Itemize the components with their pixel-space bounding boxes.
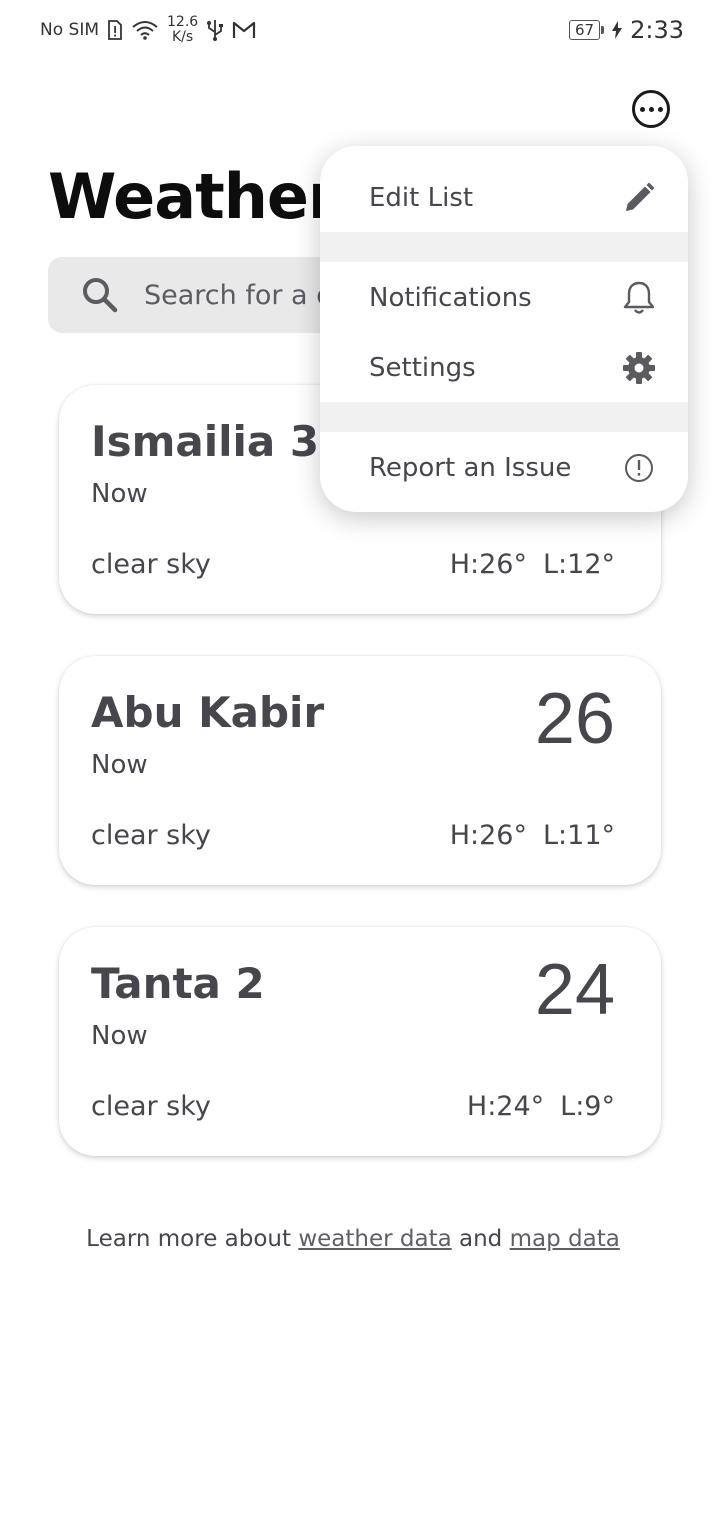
menu-item-settings[interactable]: Settings — [320, 333, 688, 403]
menu-item-label: Report an Issue — [369, 453, 572, 483]
city-name: Abu Kabir — [91, 688, 325, 737]
pencil-icon — [620, 179, 658, 217]
menu-item-notifications[interactable]: Notifications — [320, 263, 688, 333]
menu-item-report-an-issue[interactable]: Report an Issue — [320, 433, 688, 503]
options-menu: Edit List Notifications Settings Report … — [320, 146, 688, 512]
city-high: H:26° — [449, 820, 527, 851]
footer-middle: and — [451, 1226, 510, 1252]
city-name: Tanta 2 — [91, 959, 265, 1008]
battery-level: 67 — [569, 20, 601, 40]
city-temperature: 26 — [534, 679, 615, 759]
carrier-text: No SIM — [40, 20, 99, 40]
menu-item-edit-list[interactable]: Edit List — [320, 163, 688, 233]
bell-icon — [620, 279, 658, 317]
city-card-tanta-2[interactable]: Tanta 2 Now 24 clear sky H:24° L:9° — [59, 927, 661, 1156]
map-data-link[interactable]: map data — [510, 1226, 620, 1252]
footer-attribution: Learn more about weather data and map da… — [0, 1226, 706, 1252]
city-high: H:24° — [466, 1091, 545, 1122]
status-bar: No SIM 12.6 K/s 67 2:33 — [0, 0, 720, 60]
alert-circle-icon — [620, 449, 658, 487]
city-condition: clear sky — [91, 549, 211, 580]
menu-item-label: Edit List — [369, 183, 474, 213]
menu-separator — [320, 232, 688, 262]
city-low: L:12° — [543, 549, 615, 580]
city-name: Ismailia 3 — [91, 417, 320, 466]
city-low: L:11° — [543, 820, 615, 851]
footer-prefix: Learn more about — [86, 1226, 299, 1252]
city-high-low: H:26° L:11° — [450, 820, 615, 851]
gmail-icon — [233, 21, 256, 38]
search-icon — [83, 278, 118, 313]
city-condition: clear sky — [91, 1091, 211, 1122]
network-speed: 12.6 K/s — [167, 15, 198, 45]
charging-icon — [612, 21, 623, 39]
speed-unit: K/s — [171, 29, 194, 45]
city-card-abu-kabir[interactable]: Abu Kabir Now 26 clear sky H:26° L:11° — [59, 656, 661, 885]
status-left: No SIM 12.6 K/s — [40, 12, 256, 48]
battery-icon: 67 — [569, 20, 605, 40]
status-time: 2:33 — [630, 16, 684, 44]
city-high-low: H:24° L:9° — [467, 1091, 615, 1122]
weather-data-link[interactable]: weather data — [298, 1226, 451, 1252]
menu-item-label: Settings — [369, 353, 476, 383]
city-low: L:9° — [560, 1091, 615, 1122]
search-input[interactable]: Search for a ci — [144, 280, 339, 311]
sim-alert-icon — [108, 20, 122, 40]
menu-separator — [320, 402, 688, 432]
gear-icon — [620, 349, 658, 387]
city-temperature: 24 — [534, 950, 615, 1030]
city-high-low: H:26° L:12° — [450, 549, 615, 580]
city-condition: clear sky — [91, 820, 211, 851]
city-time: Now — [91, 750, 148, 780]
more-horizontal-circle-icon — [639, 106, 645, 112]
wifi-icon — [132, 21, 158, 40]
city-time: Now — [91, 479, 148, 509]
menu-item-label: Notifications — [369, 283, 532, 313]
usb-icon — [207, 20, 224, 41]
speed-value: 12.6 — [167, 14, 199, 30]
status-right: 67 2:33 — [569, 12, 684, 48]
more-options-button[interactable] — [632, 90, 670, 128]
page-title: Weather — [48, 160, 338, 233]
city-time: Now — [91, 1021, 148, 1051]
city-high: H:26° — [449, 549, 527, 580]
